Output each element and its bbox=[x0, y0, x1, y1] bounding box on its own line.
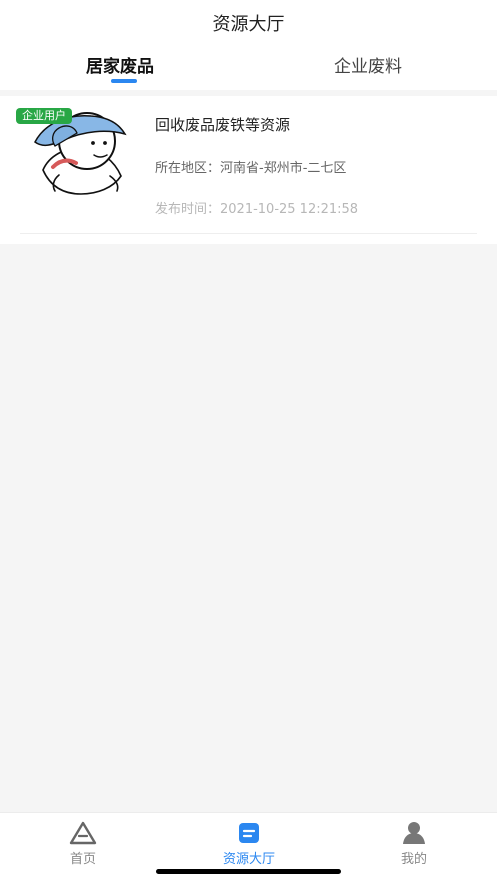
resource-hall-icon bbox=[239, 823, 259, 843]
tab-home-waste[interactable]: 居家废品 bbox=[86, 52, 154, 77]
page-title: 资源大厅 bbox=[212, 14, 285, 35]
divider bbox=[20, 233, 477, 234]
profile-icon bbox=[403, 822, 425, 844]
resource-time: 发布时间：2021-10-25 12:21:58 bbox=[155, 202, 359, 217]
nav-label-profile: 我的 bbox=[400, 852, 427, 867]
home-indicator bbox=[156, 869, 341, 874]
resource-card[interactable]: 企业用户 回收废品废铁等资源 所在地区：河南省-郑州市-二七区 发布时间：202… bbox=[0, 96, 497, 244]
status-badge: 企业用户 bbox=[16, 108, 72, 124]
nav-item-resource-hall[interactable]: 资源大厅 bbox=[199, 821, 299, 871]
avatar: 企业用户 bbox=[14, 106, 132, 196]
top-header: 资源大厅 居家废品 企业废料 bbox=[0, 0, 497, 90]
nav-label-home: 首页 bbox=[69, 852, 96, 867]
resource-region: 所在地区：河南省-郑州市-二七区 bbox=[155, 161, 347, 176]
nav-item-profile[interactable]: 我的 bbox=[364, 821, 464, 871]
home-triangle-icon bbox=[69, 821, 97, 845]
nav-label-resource-hall: 资源大厅 bbox=[222, 852, 275, 867]
resource-title: 回收废品废铁等资源 bbox=[155, 116, 291, 134]
tab-bar: 居家废品 企业废料 bbox=[0, 52, 497, 84]
active-tab-indicator bbox=[111, 79, 137, 83]
nav-item-home[interactable]: 首页 bbox=[33, 821, 133, 871]
tab-enterprise-waste[interactable]: 企业废料 bbox=[334, 52, 402, 77]
